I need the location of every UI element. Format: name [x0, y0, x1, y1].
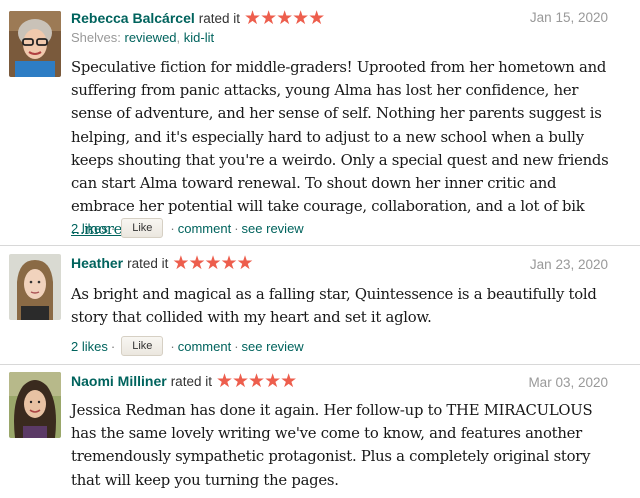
review-text: Jessica Redman has done it again. Her fo…	[71, 402, 593, 489]
reviewer-avatar[interactable]	[9, 254, 61, 320]
reviewer-name[interactable]: Rebecca Balcárcel	[71, 10, 195, 26]
avatar-photo-rebecca	[9, 11, 61, 77]
review-text: Speculative fiction for middle-graders! …	[71, 59, 609, 216]
likes-count[interactable]: 2 likes	[71, 221, 108, 236]
avatar-photo-heather	[9, 254, 61, 320]
star-rating: ★★★★★	[172, 252, 253, 274]
like-button[interactable]: Like	[121, 218, 164, 238]
review-actions: 2 likes · Like · comment · see review	[71, 217, 304, 239]
review-text: As bright and magical as a falling star,…	[71, 286, 597, 327]
action-separator: ·	[110, 338, 116, 354]
shelf-separator: ,	[176, 30, 181, 45]
rated-label: rated it	[198, 10, 241, 26]
action-separator: ·	[234, 220, 239, 236]
shelves-label: Shelves:	[71, 30, 121, 45]
avatar-photo-naomi	[9, 372, 61, 438]
review-header: Heather rated it ★★★★★	[71, 252, 254, 274]
review-divider	[0, 364, 640, 365]
rated-label: rated it	[170, 373, 212, 389]
comment-link[interactable]: comment	[178, 221, 231, 236]
star-rating: ★★★★★	[215, 370, 297, 392]
shelf-link-reviewed[interactable]: reviewed	[125, 30, 177, 45]
action-separator: ·	[170, 220, 175, 236]
review-header: Naomi Milliner rated it ★★★★★	[71, 370, 297, 392]
see-review-link[interactable]: see review	[242, 339, 304, 354]
reviewer-name[interactable]: Heather	[71, 255, 123, 271]
reviewer-name[interactable]: Naomi Milliner	[71, 373, 167, 389]
review-text-block: Jessica Redman has done it again. Her fo…	[71, 399, 611, 492]
comment-link[interactable]: comment	[178, 339, 231, 354]
review-header: Rebecca Balcárcel rated it ★★★★★	[71, 7, 325, 29]
shelf-link-kid-lit[interactable]: kid-lit	[184, 30, 214, 45]
review-date[interactable]: Mar 03, 2020	[528, 372, 608, 394]
action-separator: ·	[234, 338, 239, 354]
rated-label: rated it	[127, 255, 169, 271]
review-date[interactable]: Jan 23, 2020	[530, 254, 608, 276]
action-separator: ·	[110, 220, 116, 236]
reviewer-avatar[interactable]	[9, 11, 61, 77]
shelves-line: Shelves: reviewed, kid-lit	[71, 30, 214, 46]
likes-count[interactable]: 2 likes	[71, 339, 108, 354]
review-text-block: Speculative fiction for middle-graders! …	[71, 56, 611, 242]
review-actions: 2 likes · Like · comment · see review	[71, 335, 304, 357]
see-review-link[interactable]: see review	[242, 221, 304, 236]
review-text-block: As bright and magical as a falling star,…	[71, 283, 611, 329]
review-date[interactable]: Jan 15, 2020	[530, 7, 608, 29]
star-rating: ★★★★★	[244, 7, 325, 29]
reviewer-avatar[interactable]	[9, 372, 61, 438]
like-button[interactable]: Like	[121, 336, 164, 356]
action-separator: ·	[170, 338, 175, 354]
review-divider	[0, 245, 640, 246]
